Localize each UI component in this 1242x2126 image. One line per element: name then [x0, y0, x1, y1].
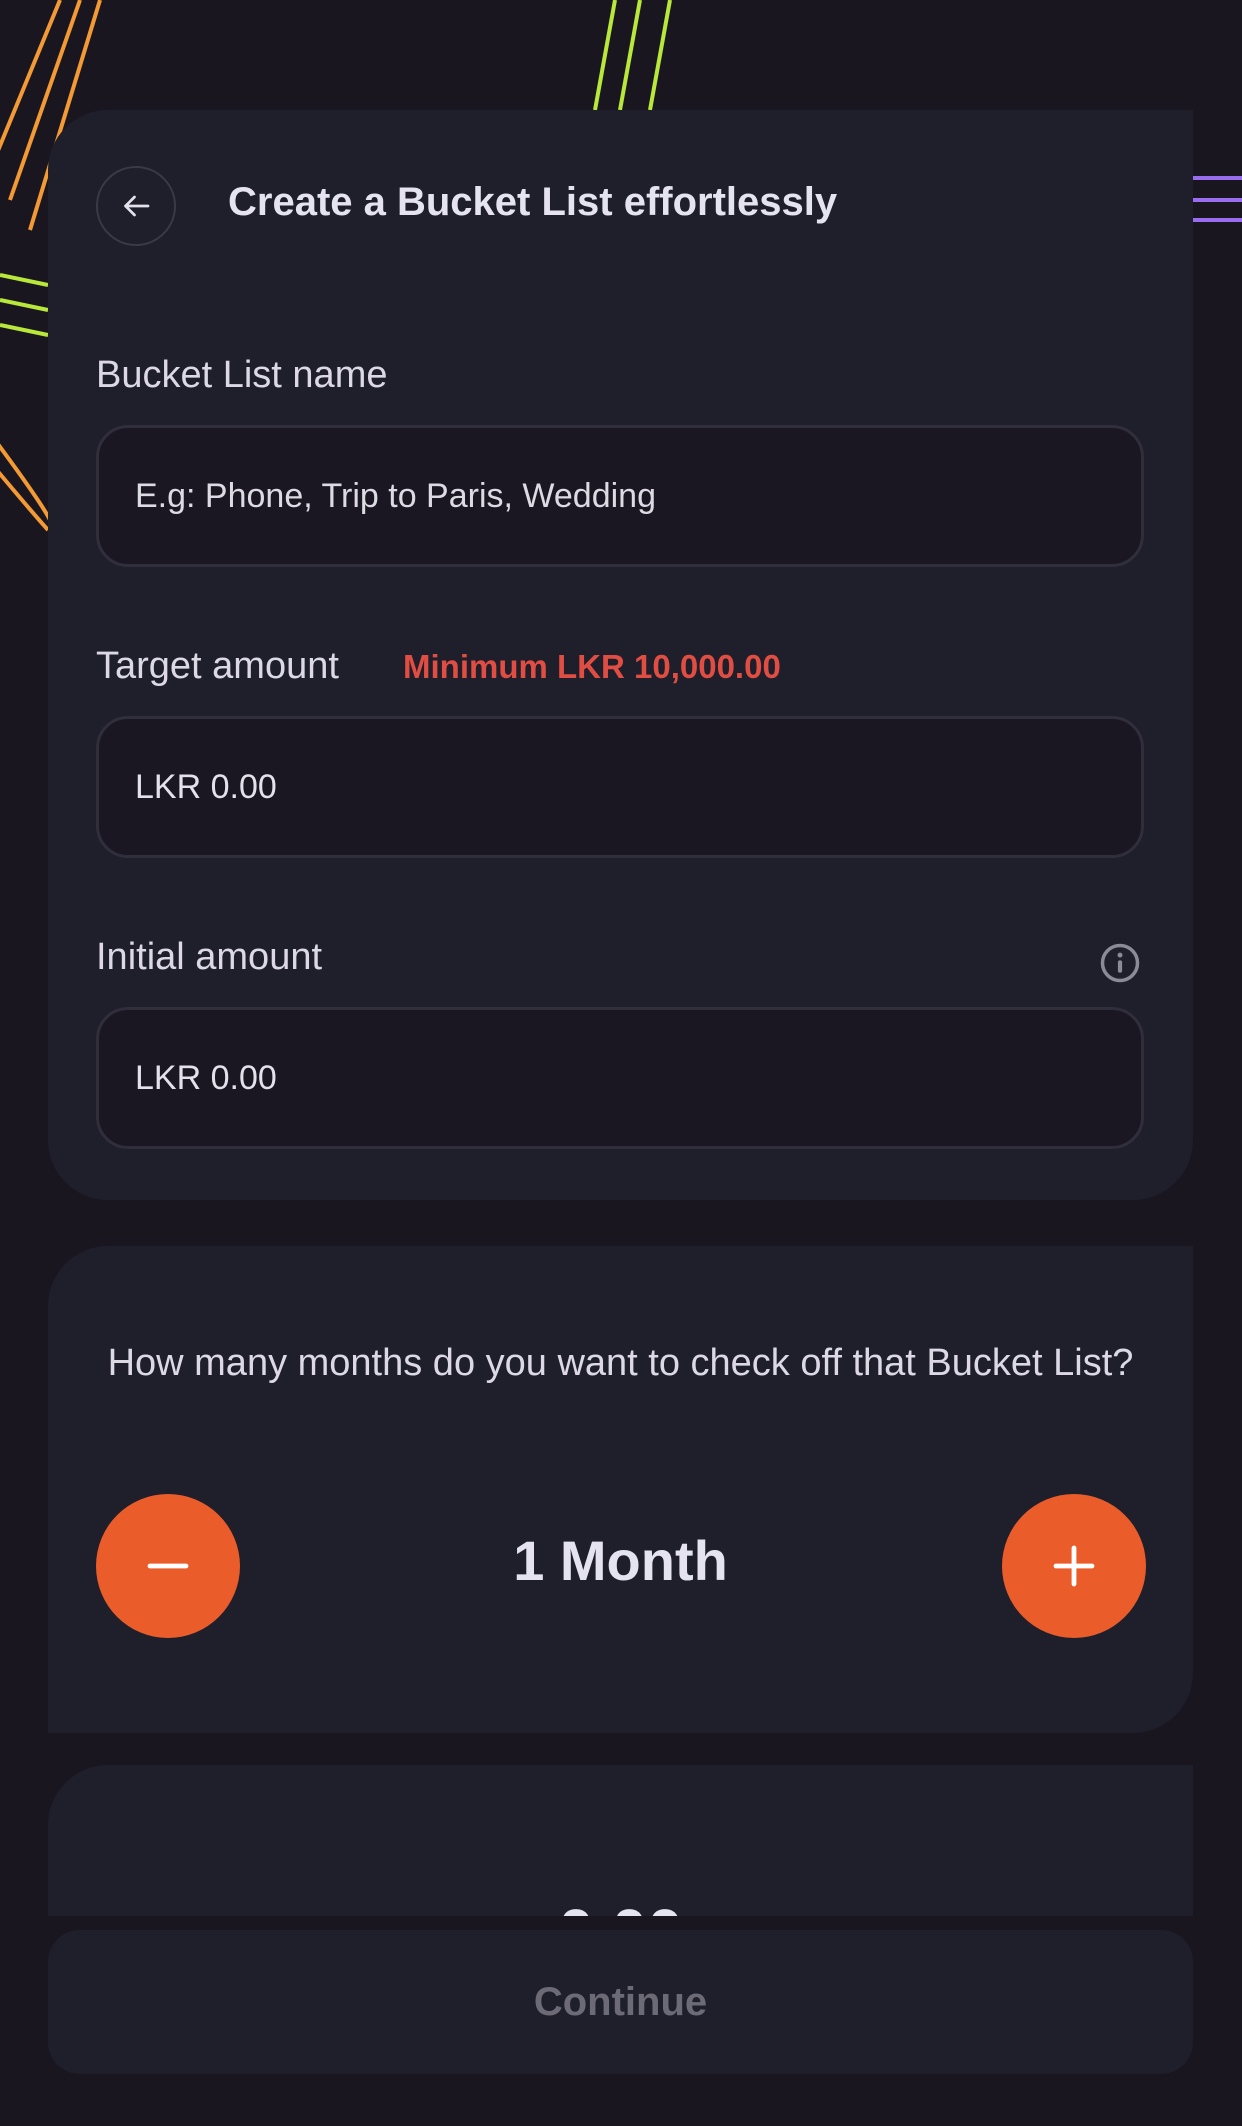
bucket-list-form-card: Create a Bucket List effortlessly Bucket… — [48, 110, 1193, 1200]
name-field[interactable] — [96, 425, 1144, 567]
name-label: Bucket List name — [96, 354, 388, 396]
duration-card: How many months do you want to check off… — [48, 1246, 1193, 1733]
initial-amount-input[interactable] — [133, 1057, 1141, 1099]
page-title: Create a Bucket List effortlessly — [228, 180, 838, 224]
continue-button[interactable]: Continue — [48, 1930, 1193, 2074]
initial-amount-field[interactable] — [96, 1007, 1144, 1149]
target-amount-input[interactable] — [133, 766, 1141, 808]
duration-question: How many months do you want to check off… — [107, 1342, 1134, 1384]
target-label: Target amount — [96, 645, 339, 687]
name-input[interactable] — [133, 475, 1141, 517]
target-amount-field[interactable] — [96, 716, 1144, 858]
arrow-left-icon — [124, 195, 150, 217]
plus-icon — [1053, 1545, 1095, 1587]
increment-months-button[interactable] — [1002, 1494, 1146, 1638]
back-button[interactable] — [96, 166, 176, 246]
info-icon[interactable] — [1099, 942, 1141, 984]
target-minimum-hint: Minimum LKR 10,000.00 — [403, 648, 781, 685]
initial-label: Initial amount — [96, 936, 323, 978]
